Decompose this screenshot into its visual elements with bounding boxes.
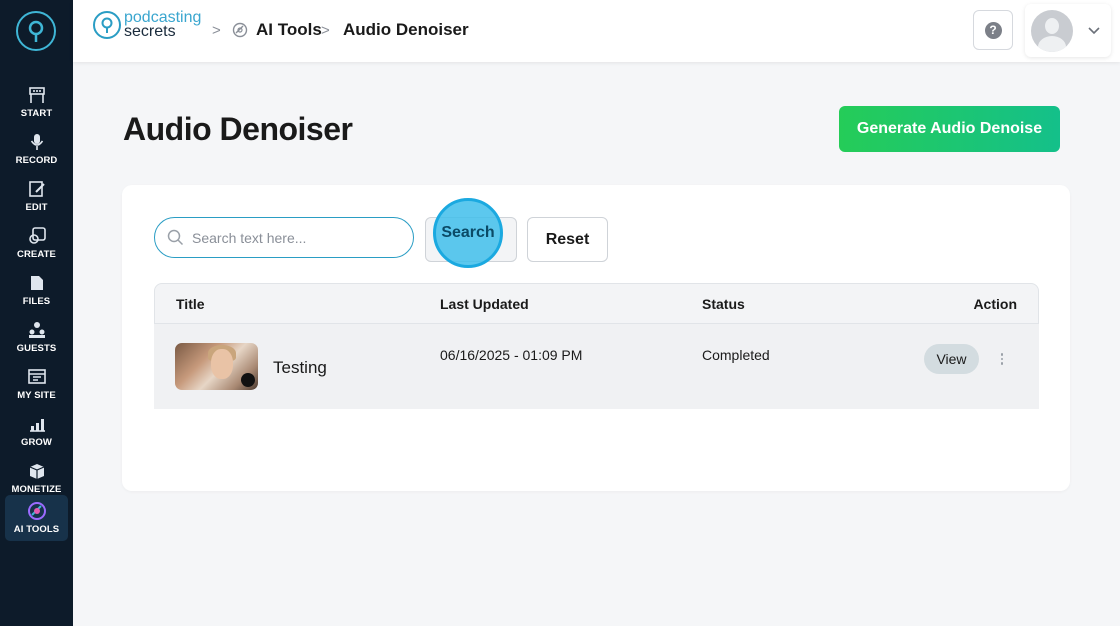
user-menu[interactable] xyxy=(1025,4,1111,57)
view-button[interactable]: View xyxy=(924,344,979,374)
row-title: Testing xyxy=(273,358,327,377)
column-header-status: Status xyxy=(702,296,745,312)
sidebar-item-grow[interactable]: GROW xyxy=(5,408,68,454)
microphone-icon xyxy=(27,132,47,152)
breadcrumb-ai-tools[interactable]: AI Tools xyxy=(232,20,322,40)
video-thumbnail[interactable] xyxy=(175,343,258,390)
row-status: Completed xyxy=(702,347,770,363)
brand-logo[interactable]: podcasting secrets xyxy=(93,10,201,40)
sidebar-item-label: EDIT xyxy=(25,202,48,213)
top-header: podcasting secrets > AI Tools > Audio De… xyxy=(73,0,1120,62)
chevron-down-icon xyxy=(1088,26,1100,35)
monetize-icon xyxy=(27,461,47,481)
sidebar-item-label: FILES xyxy=(22,296,51,307)
sidebar-item-create[interactable]: CREATE xyxy=(5,220,68,266)
breadcrumb-label: AI Tools xyxy=(256,20,322,39)
breadcrumb-label: Audio Denoiser xyxy=(343,20,469,39)
search-box[interactable] xyxy=(154,217,414,258)
sidebar-item-record[interactable]: RECORD xyxy=(5,126,68,172)
grow-chart-icon xyxy=(27,414,47,434)
sidebar-item-label: MY SITE xyxy=(17,390,56,401)
sidebar-item-label: CREATE xyxy=(17,249,56,260)
ai-tools-icon xyxy=(27,501,47,521)
chevron-right-icon: > xyxy=(321,22,330,39)
podcast-logo-icon xyxy=(93,11,121,39)
guests-icon xyxy=(27,320,47,340)
column-header-last-updated: Last Updated xyxy=(440,296,529,312)
edit-icon xyxy=(27,179,47,199)
sidebar-item-my-site[interactable]: MY SITE xyxy=(5,361,68,407)
chevron-right-icon: > xyxy=(212,22,221,39)
sidebar-item-label: MONETIZE xyxy=(11,484,62,495)
table-header: Title Last Updated Status Action xyxy=(154,283,1039,324)
sidebar-item-start[interactable]: START xyxy=(5,79,68,125)
breadcrumb-current: Audio Denoiser xyxy=(343,20,469,40)
sidebar-item-label: START xyxy=(20,108,53,119)
sidebar-item-files[interactable]: FILES xyxy=(5,267,68,313)
sidebar-item-guests[interactable]: GUESTS xyxy=(5,314,68,360)
page-title: Audio Denoiser xyxy=(123,111,353,147)
sidebar-item-label: GUESTS xyxy=(16,343,57,354)
search-icon xyxy=(167,229,184,246)
column-header-title: Title xyxy=(176,296,205,312)
help-button[interactable]: ? xyxy=(973,10,1013,50)
start-icon xyxy=(27,85,47,105)
more-options-icon[interactable] xyxy=(995,347,1009,371)
search-button-click-highlight[interactable]: Search xyxy=(433,198,503,268)
table-row: Testing 06/16/2025 - 01:09 PM Completed … xyxy=(154,324,1039,409)
site-icon xyxy=(27,367,47,387)
create-icon xyxy=(27,226,47,246)
row-last-updated: 06/16/2025 - 01:09 PM xyxy=(440,347,583,363)
sidebar: START RECORD EDIT CREATE FILES GUESTS MY… xyxy=(0,0,73,626)
sidebar-item-label: RECORD xyxy=(15,155,58,166)
results-card: Search Reset Title Last Updated Status A… xyxy=(122,185,1070,491)
files-icon xyxy=(27,273,47,293)
sidebar-item-edit[interactable]: EDIT xyxy=(5,173,68,219)
generate-audio-denoise-button[interactable]: Generate Audio Denoise xyxy=(839,106,1060,152)
reset-button[interactable]: Reset xyxy=(527,217,608,262)
sidebar-item-label: AI TOOLS xyxy=(13,524,60,535)
column-header-action: Action xyxy=(973,296,1017,312)
podcasting-secrets-logo-icon[interactable] xyxy=(16,11,56,51)
sidebar-item-ai-tools[interactable]: AI TOOLS xyxy=(5,495,68,541)
sidebar-item-label: GROW xyxy=(20,437,52,448)
help-icon: ? xyxy=(984,21,1002,39)
brand-line-2: secrets xyxy=(124,23,176,40)
avatar xyxy=(1031,9,1073,52)
search-input[interactable] xyxy=(192,229,392,246)
ai-tools-icon xyxy=(232,22,248,38)
